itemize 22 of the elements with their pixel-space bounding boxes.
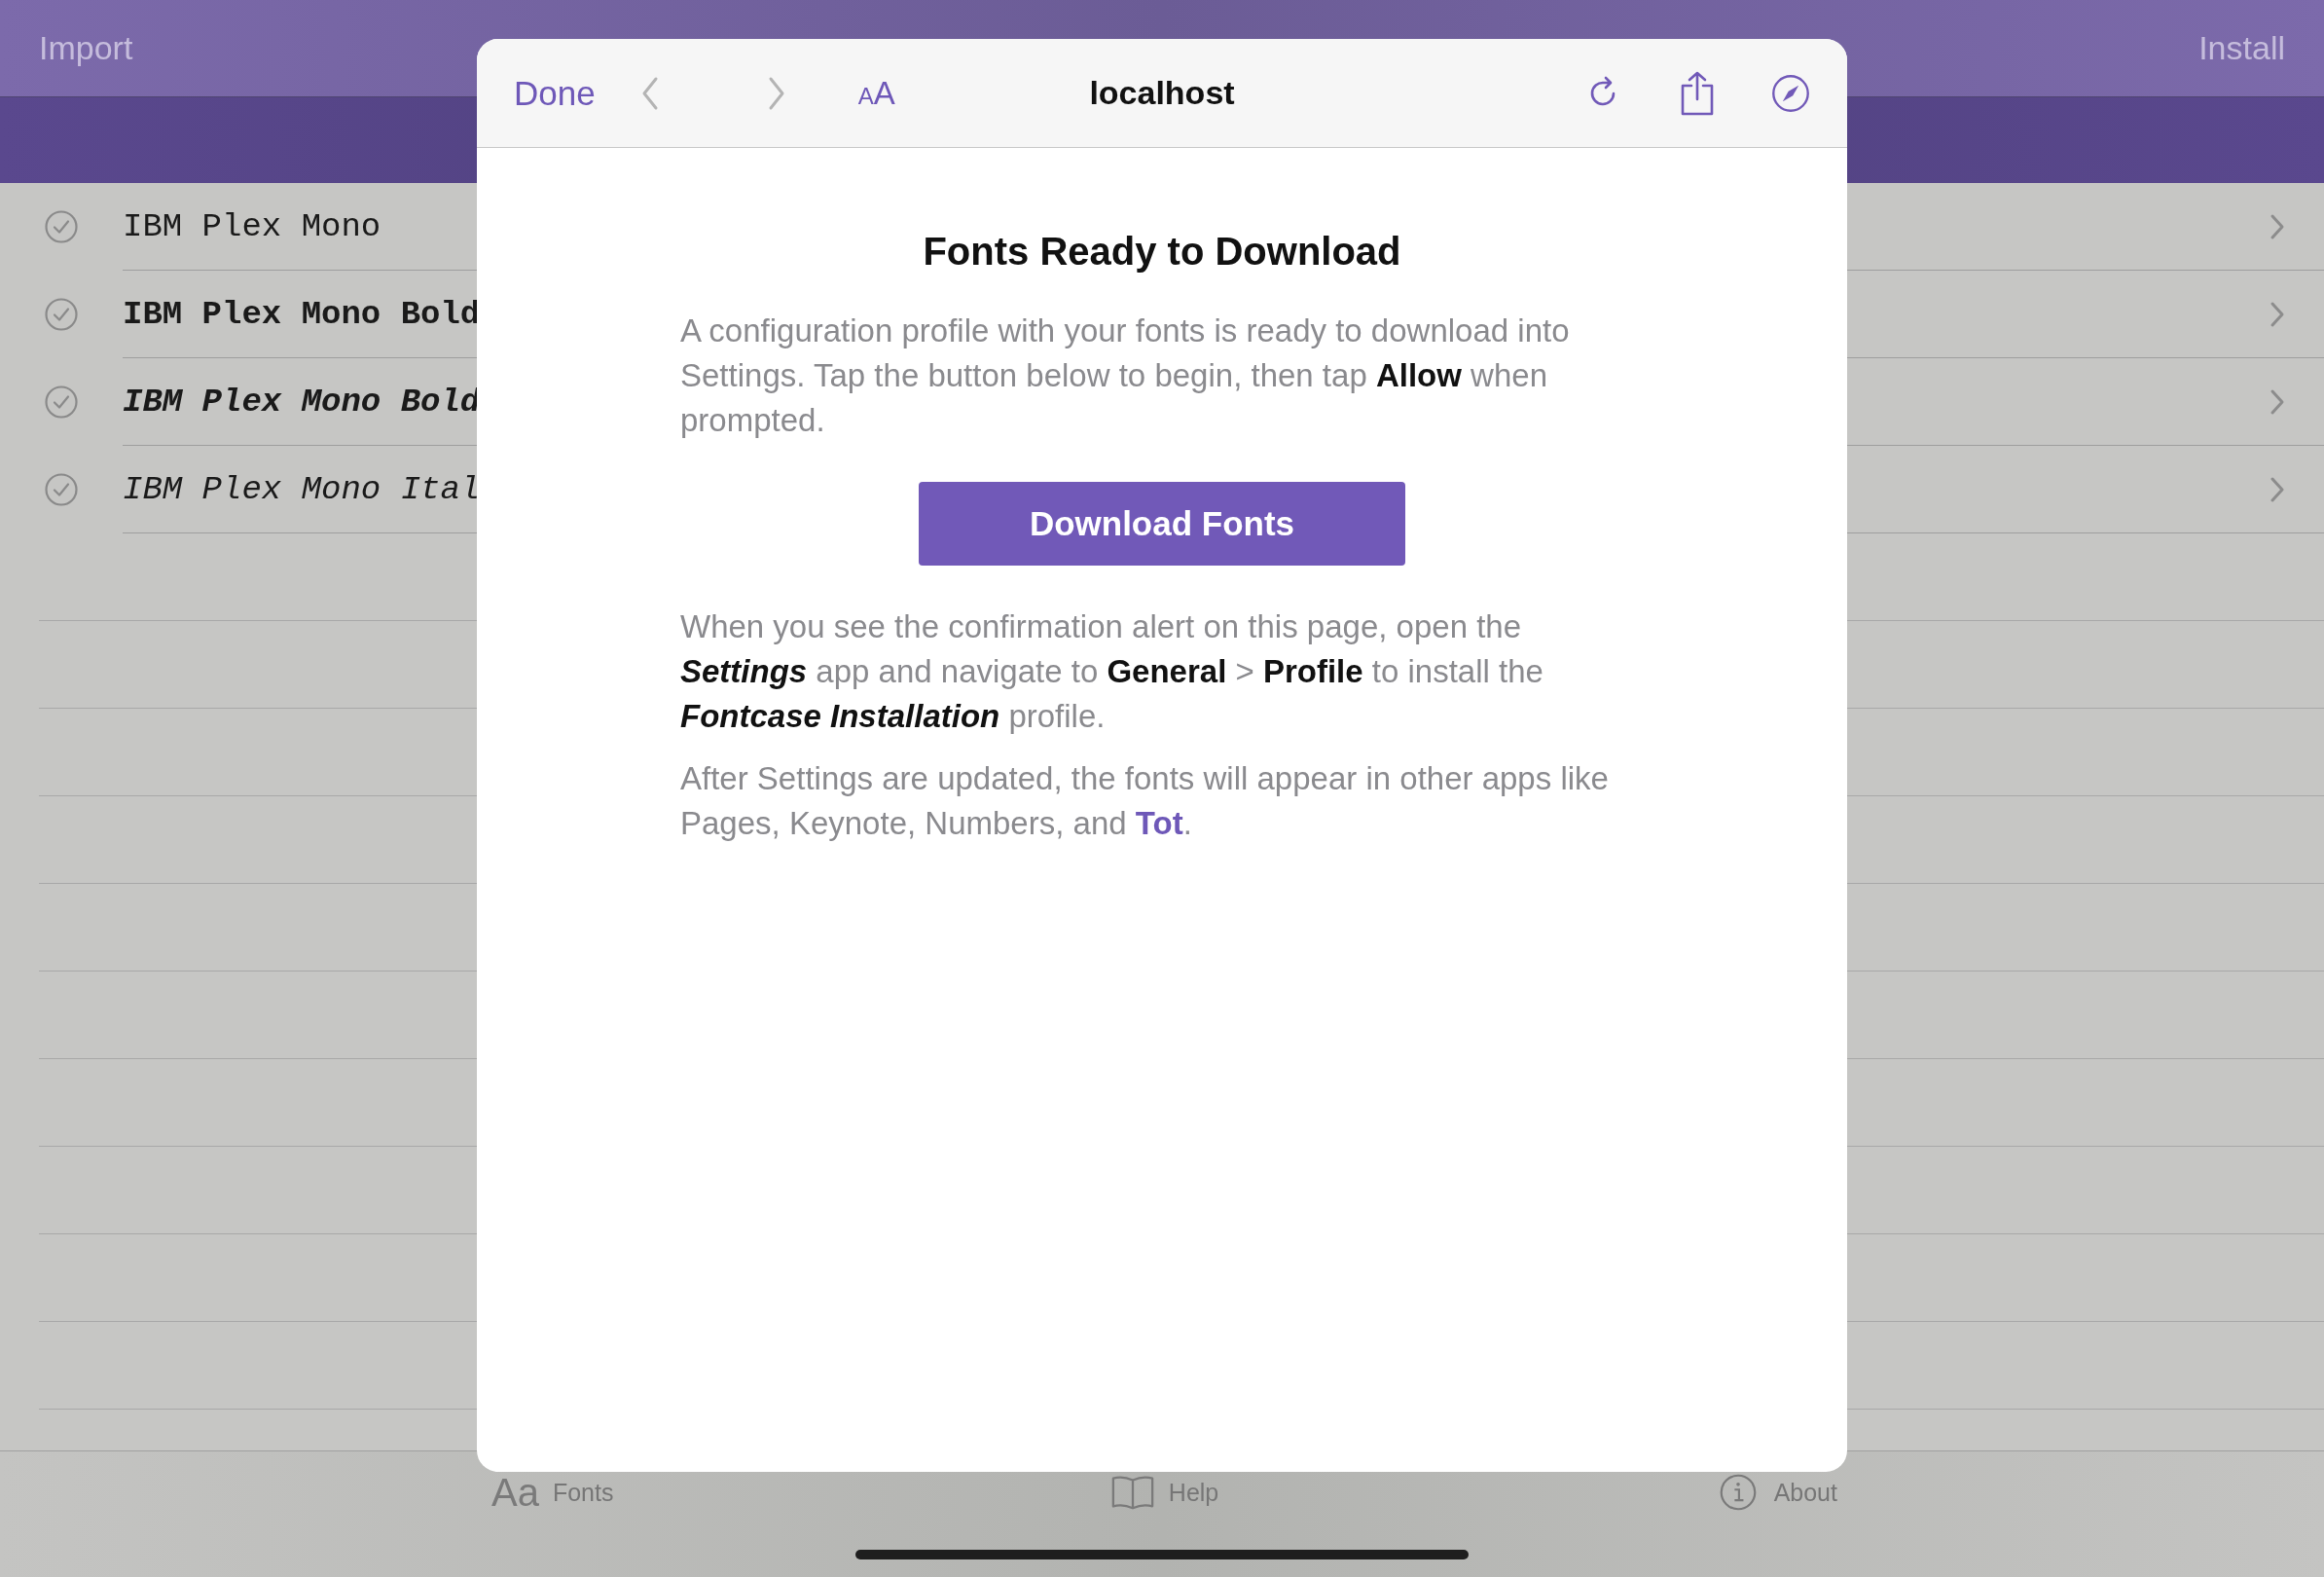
tot-link[interactable]: Tot xyxy=(1135,805,1183,841)
checkmark-circle-icon xyxy=(44,209,79,244)
chevron-right-icon xyxy=(2270,475,2285,503)
compass-icon[interactable] xyxy=(1771,73,1810,113)
checkmark-circle-icon xyxy=(44,297,79,332)
checkmark-circle-icon xyxy=(44,385,79,420)
checkmark-circle-icon xyxy=(44,472,79,507)
footer-paragraph: After Settings are updated, the fonts will appear in other apps like Pages, Keynote, Numbers, and Tot. xyxy=(680,759,1610,843)
intro-paragraph: A configuration profile with your fonts is ready to download into Settings. Tap the button below to begin, then tap Allow when prompted. xyxy=(680,312,1571,440)
instructions-paragraph: When you see the confirmation alert on this page, open the Settings app and navigate to General > Profile to install the Fontcase Installation profile. xyxy=(680,607,1544,736)
page-title: Fonts Ready to Download xyxy=(923,230,1401,274)
chevron-right-icon xyxy=(2270,300,2285,328)
font-name[interactable]: IBM Plex Mono xyxy=(123,207,381,245)
font-name[interactable]: IBM Plex Mono Ital xyxy=(123,470,481,508)
download-fonts-button[interactable]: Download Fonts xyxy=(919,482,1405,566)
chevron-right-icon xyxy=(2270,387,2285,416)
chevron-right-icon xyxy=(2270,212,2285,240)
address-text[interactable]: localhost xyxy=(1089,74,1235,112)
text-size-button[interactable]: AA xyxy=(857,74,895,112)
font-icon: Aa xyxy=(491,1473,539,1512)
done-button[interactable]: Done xyxy=(514,73,596,113)
book-icon xyxy=(1109,1473,1155,1512)
